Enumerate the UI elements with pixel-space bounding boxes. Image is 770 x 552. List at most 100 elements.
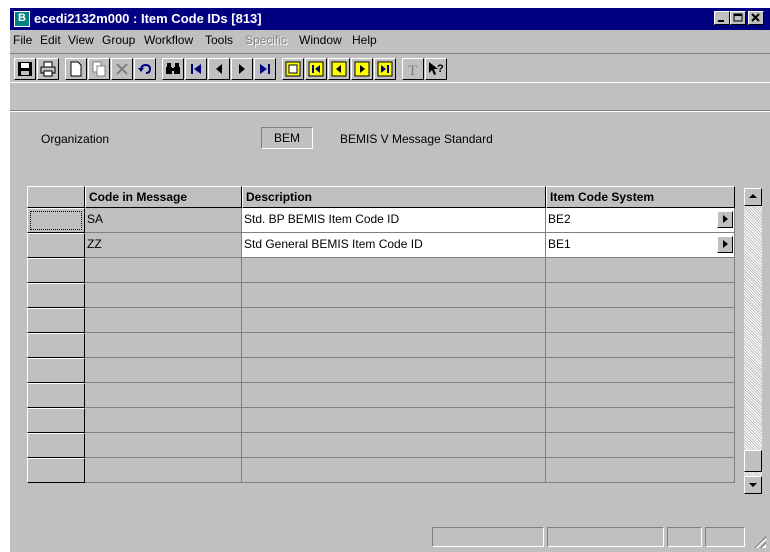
vertical-scrollbar[interactable] (744, 188, 762, 494)
row-header[interactable] (27, 283, 85, 308)
group-last-button[interactable] (374, 58, 396, 80)
delete-button[interactable] (111, 58, 133, 80)
table-cell-empty[interactable] (546, 283, 735, 308)
table-cell-empty[interactable] (546, 458, 735, 483)
lookup-button[interactable] (717, 211, 733, 228)
column-header-description[interactable]: Description (242, 186, 546, 208)
table-cell-system[interactable]: BE2 (546, 208, 735, 233)
menu-edit[interactable]: Edit (40, 33, 61, 47)
status-panel (705, 527, 745, 547)
menu-window[interactable]: Window (299, 33, 342, 47)
row-header[interactable] (27, 333, 85, 358)
table-cell-empty[interactable] (546, 308, 735, 333)
table-cell-system[interactable]: BE1 (546, 233, 735, 258)
menu-file[interactable]: File (13, 33, 32, 47)
group-last-icon (377, 61, 393, 77)
table-cell-empty[interactable] (242, 308, 546, 333)
table-cell-empty[interactable] (242, 333, 546, 358)
undo-button[interactable] (134, 58, 156, 80)
resize-grip-icon[interactable] (754, 536, 766, 548)
table-cell-empty[interactable] (242, 358, 546, 383)
scroll-down-button[interactable] (744, 476, 762, 494)
first-record-button[interactable] (185, 58, 207, 80)
status-panel (432, 527, 544, 547)
table-cell-empty[interactable] (85, 458, 242, 483)
table-cell-empty[interactable] (85, 308, 242, 333)
menu-group[interactable]: Group (102, 33, 135, 47)
table-cell-description[interactable]: Std General BEMIS Item Code ID (242, 233, 546, 258)
table-cell-empty[interactable] (242, 458, 546, 483)
save-button[interactable] (14, 58, 36, 80)
menu-view[interactable]: View (68, 33, 94, 47)
table-cell-empty[interactable] (85, 258, 242, 283)
table-cell-empty[interactable] (85, 333, 242, 358)
text-button[interactable]: T (402, 58, 424, 80)
find-icon (166, 63, 180, 74)
previous-record-button[interactable] (208, 58, 230, 80)
table-cell-empty[interactable] (85, 433, 242, 458)
table-cell-empty[interactable] (85, 383, 242, 408)
group-first-button[interactable] (305, 58, 327, 80)
group-button[interactable] (282, 58, 304, 80)
table-cell-empty[interactable] (85, 358, 242, 383)
minimize-icon (718, 20, 724, 22)
copy-button[interactable] (88, 58, 110, 80)
app-icon[interactable] (14, 11, 30, 27)
table-cell-empty[interactable] (85, 408, 242, 433)
organization-label: Organization (41, 132, 110, 146)
scroll-up-button[interactable] (744, 188, 762, 206)
row-header[interactable] (27, 458, 85, 483)
row-header[interactable] (27, 308, 85, 333)
table-cell-empty[interactable] (242, 258, 546, 283)
row-header-corner[interactable] (27, 186, 85, 208)
title-bar[interactable]: ecedi2132m000 : Item Code IDs [813] (10, 8, 770, 30)
row-header[interactable] (27, 383, 85, 408)
row-header[interactable] (27, 208, 85, 233)
save-icon (18, 62, 32, 76)
row-header[interactable] (27, 433, 85, 458)
minimize-button[interactable] (714, 11, 730, 25)
table-cell-empty[interactable] (546, 383, 735, 408)
scroll-thumb[interactable] (744, 450, 762, 472)
menu-workflow[interactable]: Workflow (144, 33, 193, 47)
table-cell-empty[interactable] (242, 283, 546, 308)
maximize-button[interactable] (730, 11, 746, 25)
table-cell-empty[interactable] (546, 358, 735, 383)
help-pointer-button[interactable]: ? (425, 58, 447, 80)
table-cell-description[interactable]: Std. BP BEMIS Item Code ID (242, 208, 546, 233)
row-header[interactable] (27, 408, 85, 433)
maximize-icon (733, 13, 743, 22)
close-button[interactable] (748, 11, 764, 25)
column-header-system[interactable]: Item Code System (546, 186, 735, 208)
column-header-code[interactable]: Code in Message (85, 186, 242, 208)
table-cell-empty[interactable] (242, 383, 546, 408)
svg-text:T: T (408, 63, 417, 77)
new-icon (70, 61, 82, 77)
group-first-icon (308, 61, 324, 77)
lookup-button[interactable] (717, 236, 733, 253)
table-cell-empty[interactable] (546, 433, 735, 458)
last-record-button[interactable] (254, 58, 276, 80)
table-cell-empty[interactable] (546, 408, 735, 433)
table-cell-code[interactable]: SA (85, 208, 242, 233)
find-button[interactable] (162, 58, 184, 80)
table-cell-empty[interactable] (242, 408, 546, 433)
organization-description: BEMIS V Message Standard (340, 132, 493, 146)
row-header[interactable] (27, 358, 85, 383)
table-cell-empty[interactable] (242, 433, 546, 458)
next-record-button[interactable] (231, 58, 253, 80)
organization-code-field[interactable]: BEM (261, 127, 313, 149)
table-cell-code[interactable]: ZZ (85, 233, 242, 258)
row-header[interactable] (27, 233, 85, 258)
table-cell-empty[interactable] (546, 258, 735, 283)
group-next-button[interactable] (351, 58, 373, 80)
print-button[interactable] (37, 58, 59, 80)
table-cell-empty[interactable] (546, 333, 735, 358)
new-button[interactable] (65, 58, 87, 80)
menu-tools[interactable]: Tools (205, 33, 233, 47)
row-header[interactable] (27, 258, 85, 283)
item-code-grid: Code in Message Description Item Code Sy… (27, 186, 735, 486)
menu-help[interactable]: Help (352, 33, 377, 47)
group-previous-button[interactable] (328, 58, 350, 80)
table-cell-empty[interactable] (85, 283, 242, 308)
